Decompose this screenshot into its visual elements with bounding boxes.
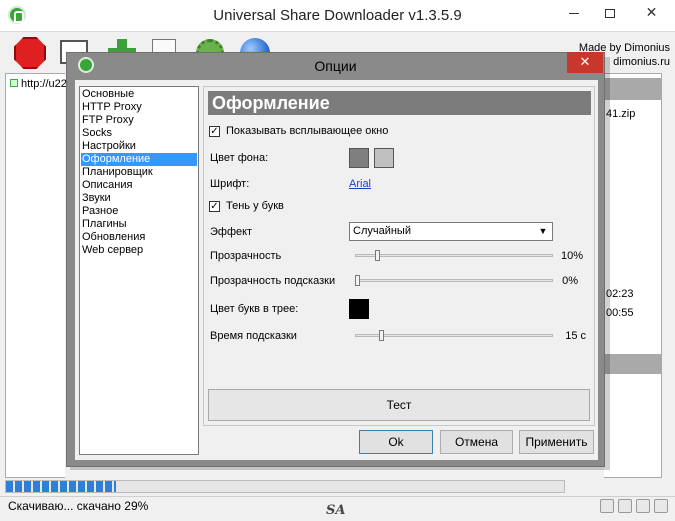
bg-color-label: Цвет фона: [210,152,269,164]
hint-transparency-slider-thumb[interactable] [355,275,360,286]
minimize-icon [569,12,579,14]
transparency-slider[interactable] [355,254,553,257]
minimize-button[interactable] [556,0,592,26]
category-item[interactable]: Обновления [81,231,145,244]
hint-transparency-slider[interactable] [355,279,553,282]
stop-icon[interactable] [14,37,46,69]
maximize-button[interactable] [592,0,628,26]
transparency-slider-thumb[interactable] [375,250,380,261]
list-item-url: http://u22 [21,78,67,90]
category-item[interactable]: Планировщик [81,166,153,179]
dialog-title: Опции [314,58,357,74]
category-item[interactable]: Плагины [81,218,127,231]
effect-label: Эффект [210,226,253,238]
chevron-down-icon[interactable]: ▼ [536,224,550,238]
letter-shadow-label: Тень у букв [226,200,284,212]
time-value: 00:55 [606,307,634,319]
category-item[interactable]: Описания [81,179,132,192]
details-header [604,78,662,100]
test-button[interactable]: Тест [208,389,590,421]
letter-shadow-checkbox[interactable]: ✓ [209,201,220,212]
tray-letter-color-swatch[interactable] [349,299,369,319]
ok-button[interactable]: Ok [359,430,433,454]
checkmark-icon: ✓ [210,201,219,212]
maximize-icon [605,8,615,18]
list-item[interactable]: http://u22 [10,78,67,90]
category-item[interactable]: Основные [81,88,134,101]
bg-color-swatch[interactable] [374,148,394,168]
category-item[interactable]: Разное [81,205,118,218]
details-header-2 [604,354,662,374]
bg-color-swatch[interactable] [349,148,369,168]
progress-fill [6,481,116,492]
tool-icon[interactable] [600,499,614,513]
close-icon: ✕ [579,54,591,69]
tool-icon[interactable] [618,499,632,513]
hint-time-slider[interactable] [355,334,553,337]
hint-time-slider-thumb[interactable] [379,330,384,341]
details-panel [604,73,662,478]
tray-letter-color-label: Цвет букв в трее: [210,303,299,315]
category-item[interactable]: HTTP Proxy [81,101,142,114]
category-item[interactable]: Оформление [81,153,197,166]
item-checkbox-icon[interactable] [10,79,18,87]
hint-transparency-value: 0% [562,275,578,287]
cancel-button[interactable]: Отмена [440,430,513,454]
checkmark-icon: ✓ [210,126,219,137]
category-item[interactable]: FTP Proxy [81,114,134,127]
category-item[interactable]: Socks [81,127,112,140]
file-name: 41.zip [606,108,636,120]
close-button[interactable]: ✕ [628,0,675,26]
transparency-value: 10% [560,250,583,262]
effect-value: Случайный [353,225,411,237]
transparency-label: Прозрачность [210,250,282,262]
font-link[interactable]: Arial [349,178,371,190]
hint-transparency-label: Прозрачность подсказки [210,275,336,287]
hint-time-value: 15 с [565,330,586,342]
tool-icon[interactable] [636,499,650,513]
status-text: Скачиваю... скачано 29% [8,499,149,513]
font-label: Шрифт: [210,178,250,190]
section-title: Оформление [208,91,591,115]
time-value: 02:23 [606,288,634,300]
category-item[interactable]: Звуки [81,192,111,205]
show-popup-label: Показывать всплывающее окно [226,125,389,137]
download-list[interactable] [5,73,65,478]
sa-logo: SA [326,503,346,518]
category-item[interactable]: Настройки [81,140,136,153]
hint-time-label: Время подсказки [210,330,297,342]
category-item[interactable]: Web сервер [81,244,143,257]
apply-button[interactable]: Применить [519,430,594,454]
show-popup-checkbox[interactable]: ✓ [209,126,220,137]
resize-grip-icon[interactable] [654,499,668,513]
close-icon: ✕ [645,4,658,20]
dialog-close-button[interactable]: ✕ [567,52,603,73]
